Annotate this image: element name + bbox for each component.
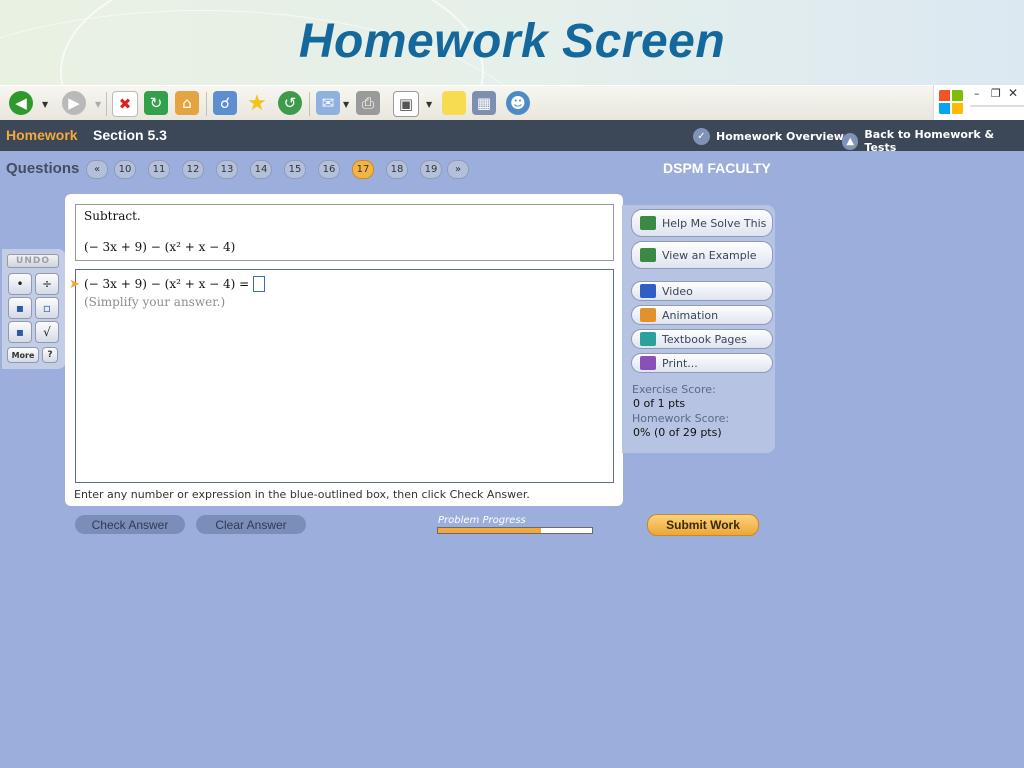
checkmark-icon: ✓	[693, 128, 710, 145]
textbook-label: Textbook Pages	[662, 332, 747, 346]
question-13[interactable]: 13	[216, 160, 238, 179]
print-icon[interactable]: ⎙	[356, 91, 380, 115]
double-chevron-right-icon: »	[454, 164, 462, 175]
textbook-pages-button[interactable]: Textbook Pages	[631, 329, 773, 349]
palette-help-button[interactable]: ?	[42, 347, 58, 363]
restore-icon[interactable]: ❐	[991, 87, 1001, 100]
question-10[interactable]: 10	[114, 160, 136, 179]
mixed-number-icon[interactable]: ▫	[35, 297, 59, 319]
toolbar-divider	[106, 92, 107, 116]
browser-toolbar: ◀ ▼ ▶ ▼ ✖ ↻ ⌂ ☌ ★ ↺ ✉ ▼ ⎙ ▣ ▼ ▦ ☻	[0, 85, 933, 122]
view-example-label: View an Example	[662, 248, 757, 262]
question-18[interactable]: 18	[386, 160, 408, 179]
banner-title: Homework Screen	[298, 15, 726, 68]
check-answer-button[interactable]: Check Answer	[75, 515, 185, 534]
more-button[interactable]: More	[7, 347, 39, 363]
undo-button[interactable]: UNDO	[7, 254, 59, 268]
question-11[interactable]: 11	[148, 160, 170, 179]
problem-progress-label: Problem Progress	[438, 515, 526, 526]
question-instruction: Subtract.	[84, 209, 141, 223]
close-icon[interactable]: ✕	[1008, 86, 1018, 100]
messenger-icon[interactable]: ☻	[506, 91, 530, 115]
problem-progress-bar	[437, 527, 593, 534]
question-12[interactable]: 12	[182, 160, 204, 179]
dot-icon[interactable]: •	[8, 273, 32, 295]
forward-arrow-icon[interactable]: ▶	[62, 91, 86, 115]
view-example-icon	[640, 248, 656, 262]
question-16[interactable]: 16	[318, 160, 340, 179]
homework-score-value: 0% (0 of 29 pts)	[633, 426, 722, 439]
divide-icon[interactable]: ÷	[35, 273, 59, 295]
questions-label: Questions	[6, 160, 80, 177]
question-14[interactable]: 14	[250, 160, 272, 179]
submit-work-button[interactable]: Submit Work	[647, 514, 759, 536]
search-icon[interactable]: ☌	[213, 91, 237, 115]
home-icon[interactable]: ⌂	[175, 91, 199, 115]
question-19[interactable]: 19	[420, 160, 442, 179]
answer-expression: (− 3x + 9) − (x² + x − 4) =	[84, 277, 250, 291]
back-arrow-icon[interactable]: ◀	[9, 91, 33, 115]
mail-icon[interactable]: ✉	[316, 91, 340, 115]
research-icon[interactable]: ▦	[472, 91, 496, 115]
help-me-solve-button[interactable]: Help Me Solve This	[631, 209, 773, 237]
animation-button[interactable]: Animation	[631, 305, 773, 325]
chevron-down-icon[interactable]: ▼	[343, 100, 349, 109]
exponent-icon[interactable]: ▪	[8, 321, 32, 343]
favorites-star-icon[interactable]: ★	[245, 91, 269, 116]
video-camera-icon	[640, 284, 656, 298]
answer-input[interactable]	[253, 276, 266, 292]
current-step-arrow-icon: ➤	[69, 277, 80, 292]
question-expression: (− 3x + 9) − (x² + x − 4)	[84, 240, 236, 254]
homework-score-label: Homework Score:	[632, 412, 730, 425]
edit-icon[interactable]: ▣	[393, 91, 419, 117]
instructions-footnote: Enter any number or expression in the bl…	[74, 488, 530, 501]
next-questions-button[interactable]: »	[447, 160, 469, 179]
homework-title: Homework	[6, 127, 78, 143]
help-me-solve-icon	[640, 216, 656, 230]
video-button[interactable]: Video	[631, 281, 773, 301]
back-to-homework-label: Back to Homework & Tests	[864, 128, 995, 154]
chevron-up-icon: ▲	[842, 132, 859, 150]
chevron-down-icon[interactable]: ▼	[42, 100, 48, 109]
animation-label: Animation	[662, 308, 719, 322]
windows-logo-icon	[938, 89, 964, 115]
exercise-score-value: 0 of 1 pts	[633, 397, 686, 410]
stop-icon[interactable]: ✖	[112, 91, 138, 117]
print-button[interactable]: Print...	[631, 353, 773, 373]
sqrt-icon[interactable]: √	[35, 321, 59, 343]
note-icon[interactable]	[442, 91, 466, 115]
answer-hint: (Simplify your answer.)	[84, 295, 226, 309]
fraction-icon[interactable]: ▪	[8, 297, 32, 319]
homework-overview-link[interactable]: ✓ Homework Overview	[693, 128, 844, 145]
printer-icon	[640, 356, 656, 370]
problem-progress-fill	[438, 528, 542, 533]
back-to-homework-link[interactable]: ▲ Back to Homework & Tests	[842, 128, 1024, 154]
answer-line: (− 3x + 9) − (x² + x − 4) =	[84, 276, 266, 292]
clear-answer-button[interactable]: Clear Answer	[196, 515, 306, 534]
previous-questions-button[interactable]: «	[86, 160, 108, 179]
double-chevron-left-icon: «	[93, 164, 101, 175]
question-17-current[interactable]: 17	[352, 160, 374, 179]
window-controls: – ❐ ✕	[933, 85, 1024, 121]
help-me-solve-label: Help Me Solve This	[662, 216, 767, 230]
exercise-score-label: Exercise Score:	[632, 383, 716, 396]
question-15[interactable]: 15	[284, 160, 306, 179]
minimize-icon[interactable]: –	[974, 87, 980, 100]
window-divider	[970, 105, 1024, 107]
animation-icon	[640, 308, 656, 322]
history-icon[interactable]: ↺	[278, 91, 302, 115]
textbook-icon	[640, 332, 656, 346]
homework-overview-label: Homework Overview	[716, 130, 844, 143]
video-label: Video	[662, 284, 693, 298]
toolbar-divider	[206, 92, 207, 116]
section-title: Section 5.3	[93, 127, 167, 143]
refresh-icon[interactable]: ↻	[144, 91, 168, 115]
print-label: Print...	[662, 356, 698, 370]
chevron-down-icon: ▼	[95, 100, 102, 109]
chevron-down-icon[interactable]: ▼	[426, 100, 432, 109]
user-name: DSPM FACULTY	[663, 160, 771, 176]
view-example-button[interactable]: View an Example	[631, 241, 773, 269]
toolbar-divider	[309, 92, 310, 116]
